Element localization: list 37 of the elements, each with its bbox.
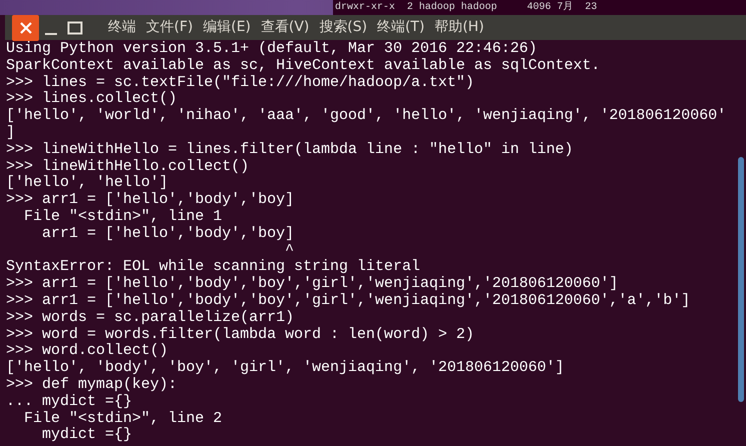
terminal-line: ]	[6, 124, 16, 141]
terminal-line: >>> lines = sc.textFile("file:///home/hadoop/a.txt")	[6, 74, 474, 91]
terminal-line: File "<stdin>", line 2	[23, 410, 222, 427]
terminal-line: >>> words = sc.parallelize(arr1)	[6, 308, 294, 326]
menu-item[interactable]: 文件(F)	[141, 17, 198, 38]
terminal-line: ['hello', 'body', 'boy', 'girl', 'wenjiaqing', '201806120060']	[6, 359, 564, 376]
menu-item[interactable]: 编辑(E)	[198, 17, 256, 38]
menu-item[interactable]: 查看(V)	[256, 17, 314, 38]
terminal-line: ... mydict ={}	[6, 392, 132, 410]
terminal-line: mydict ={}	[41, 426, 132, 444]
terminal-line: ['hello', 'world', 'nihao', 'aaa', 'good', 'hello', 'wenjiaqing', '201806120060'	[6, 107, 726, 124]
terminal-line: >>> arr1 = ['hello','body','boy','girl','wenjiaqing','201806120060']	[6, 275, 618, 292]
maximize-icon	[67, 20, 83, 34]
close-icon	[18, 20, 32, 34]
terminal-line: >>> lineWithHello = lines.filter(lambda line : "hello" in line)	[6, 140, 574, 158]
terminal-line: >>> word = words.filter(lambda word : len(word) > 2)	[6, 326, 474, 343]
terminal-line: SparkContext available as sc, HiveContext available as sqlContext.	[6, 56, 600, 74]
minimize-icon	[45, 32, 57, 34]
terminal-line: >>> word.collect()	[6, 342, 168, 360]
terminal-line: >>> arr1 = ['hello','body','boy]	[6, 191, 294, 208]
terminal-line: ['hello', 'hello']	[6, 174, 168, 192]
terminal-line: File "<stdin>", line 1	[23, 208, 222, 225]
terminal-line: Using Python version 3.5.1+ (default, Mar 30 2016 22:46:26)	[6, 40, 538, 57]
menu-item[interactable]: 终端	[103, 17, 141, 38]
terminal-line: arr1 = ['hello','body','boy]	[41, 224, 294, 242]
terminal-line: ^	[284, 242, 294, 259]
menu-item[interactable]: 终端(T)	[372, 17, 430, 38]
close-button[interactable]	[12, 14, 39, 40]
terminal-line: >>> arr1 = ['hello','body','boy','girl','wenjiaqing','201806120060','a','b']	[6, 292, 690, 309]
background-terminal-text: drwxr-xr-x 2 hadoop hadoop 4096 7月 23	[333, 0, 746, 15]
scrollbar[interactable]	[738, 157, 744, 402]
terminal-line: >>> lineWithHello.collect()	[6, 158, 250, 175]
terminal-line: >>> def mymap(key):	[6, 376, 178, 393]
menu-item[interactable]: 搜索(S)	[314, 17, 372, 38]
terminal-line: SyntaxError: EOL while scanning string literal	[6, 258, 420, 276]
terminal-line: >>> lines.collect()	[6, 90, 178, 108]
menu-item[interactable]: 帮助(H)	[430, 17, 490, 38]
